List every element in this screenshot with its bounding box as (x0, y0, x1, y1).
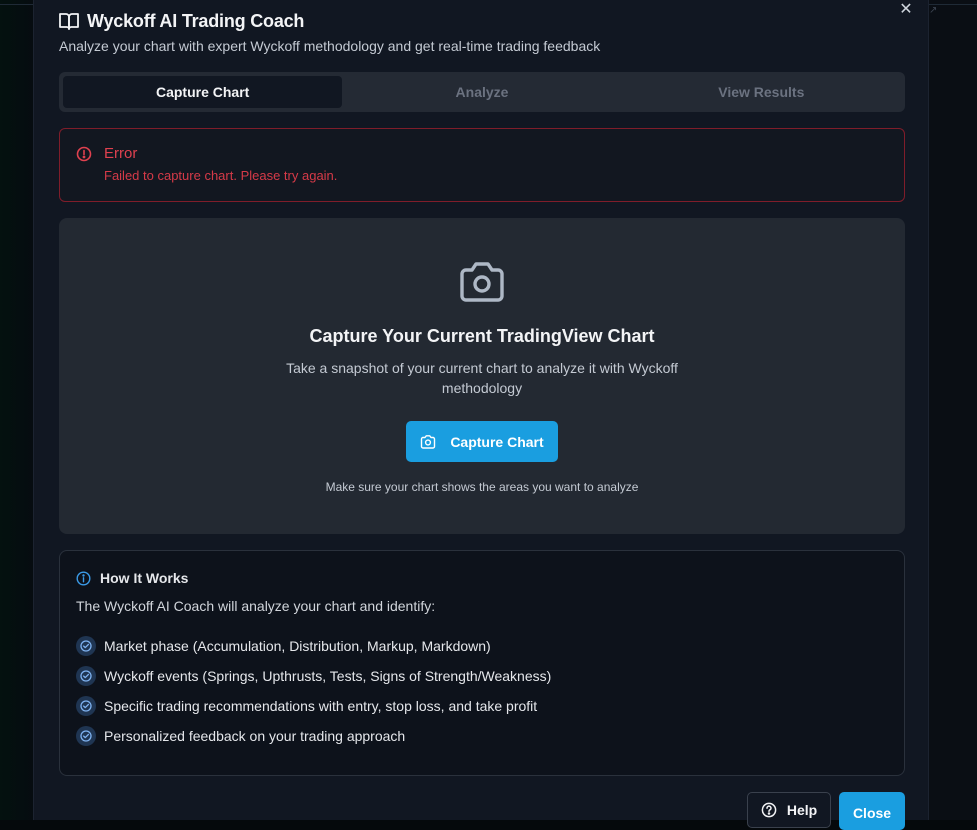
capture-description: Take a snapshot of your current chart to… (286, 360, 678, 396)
capture-chart-button[interactable]: Capture Chart (406, 421, 558, 462)
camera-icon (458, 262, 506, 304)
close-icon[interactable]: ✕ (898, 2, 914, 18)
tab-analyze[interactable]: Analyze (342, 76, 621, 108)
check-circle-icon (76, 726, 96, 746)
camera-icon (420, 434, 436, 449)
list-item: Wyckoff events (Springs, Upthrusts, Test… (76, 661, 551, 691)
how-it-works-title: How It Works (100, 570, 189, 586)
error-message: Failed to capture chart. Please try agai… (104, 168, 338, 183)
expand-corner-icon: ↗ (929, 5, 938, 16)
help-circle-icon (761, 802, 777, 818)
check-circle-icon (76, 696, 96, 716)
list-item: Specific trading recommendations with en… (76, 691, 551, 721)
capture-hint: Make sure your chart shows the areas you… (325, 480, 639, 494)
list-item-text: Personalized feedback on your trading ap… (104, 728, 406, 744)
modal-title: Wyckoff AI Trading Coach (87, 10, 305, 31)
modal-header: Wyckoff AI Trading Coach (59, 10, 304, 32)
book-icon (59, 12, 79, 30)
check-circle-icon (76, 666, 96, 686)
how-it-works-intro: The Wyckoff AI Coach will analyze your c… (76, 598, 436, 614)
check-circle-icon (76, 636, 96, 656)
help-button-label: Help (786, 802, 818, 818)
close-button[interactable]: Close (839, 792, 905, 830)
list-item: Personalized feedback on your trading ap… (76, 721, 551, 751)
capture-heading: Capture Your Current TradingView Chart (309, 326, 655, 346)
close-button-label: Close (852, 805, 892, 821)
coach-modal: ✕ Wyckoff AI Trading Coach Analyze your … (33, 0, 929, 830)
how-it-works-panel: How It Works The Wyckoff AI Coach will a… (59, 550, 905, 776)
capture-panel: Capture Your Current TradingView Chart T… (59, 218, 905, 534)
error-alert: Error Failed to capture chart. Please tr… (59, 128, 905, 202)
capture-chart-button-label: Capture Chart (450, 433, 544, 450)
error-title: Error (104, 145, 138, 162)
step-tabs: Capture Chart Analyze View Results (59, 72, 905, 112)
modal-subtitle: Analyze your chart with expert Wyckoff m… (59, 38, 601, 54)
list-item-text: Market phase (Accumulation, Distribution… (104, 638, 491, 654)
list-item: Market phase (Accumulation, Distribution… (76, 631, 551, 661)
tab-capture-chart[interactable]: Capture Chart (63, 76, 343, 108)
alert-circle-icon (76, 146, 92, 162)
how-it-works-header: How It Works (76, 570, 188, 586)
list-item-text: Wyckoff events (Springs, Upthrusts, Test… (104, 668, 552, 684)
info-icon (76, 570, 91, 586)
feature-list: Market phase (Accumulation, Distribution… (76, 631, 551, 751)
help-button[interactable]: Help (747, 792, 831, 828)
tab-view-results[interactable]: View Results (622, 76, 901, 108)
list-item-text: Specific trading recommendations with en… (104, 698, 538, 714)
